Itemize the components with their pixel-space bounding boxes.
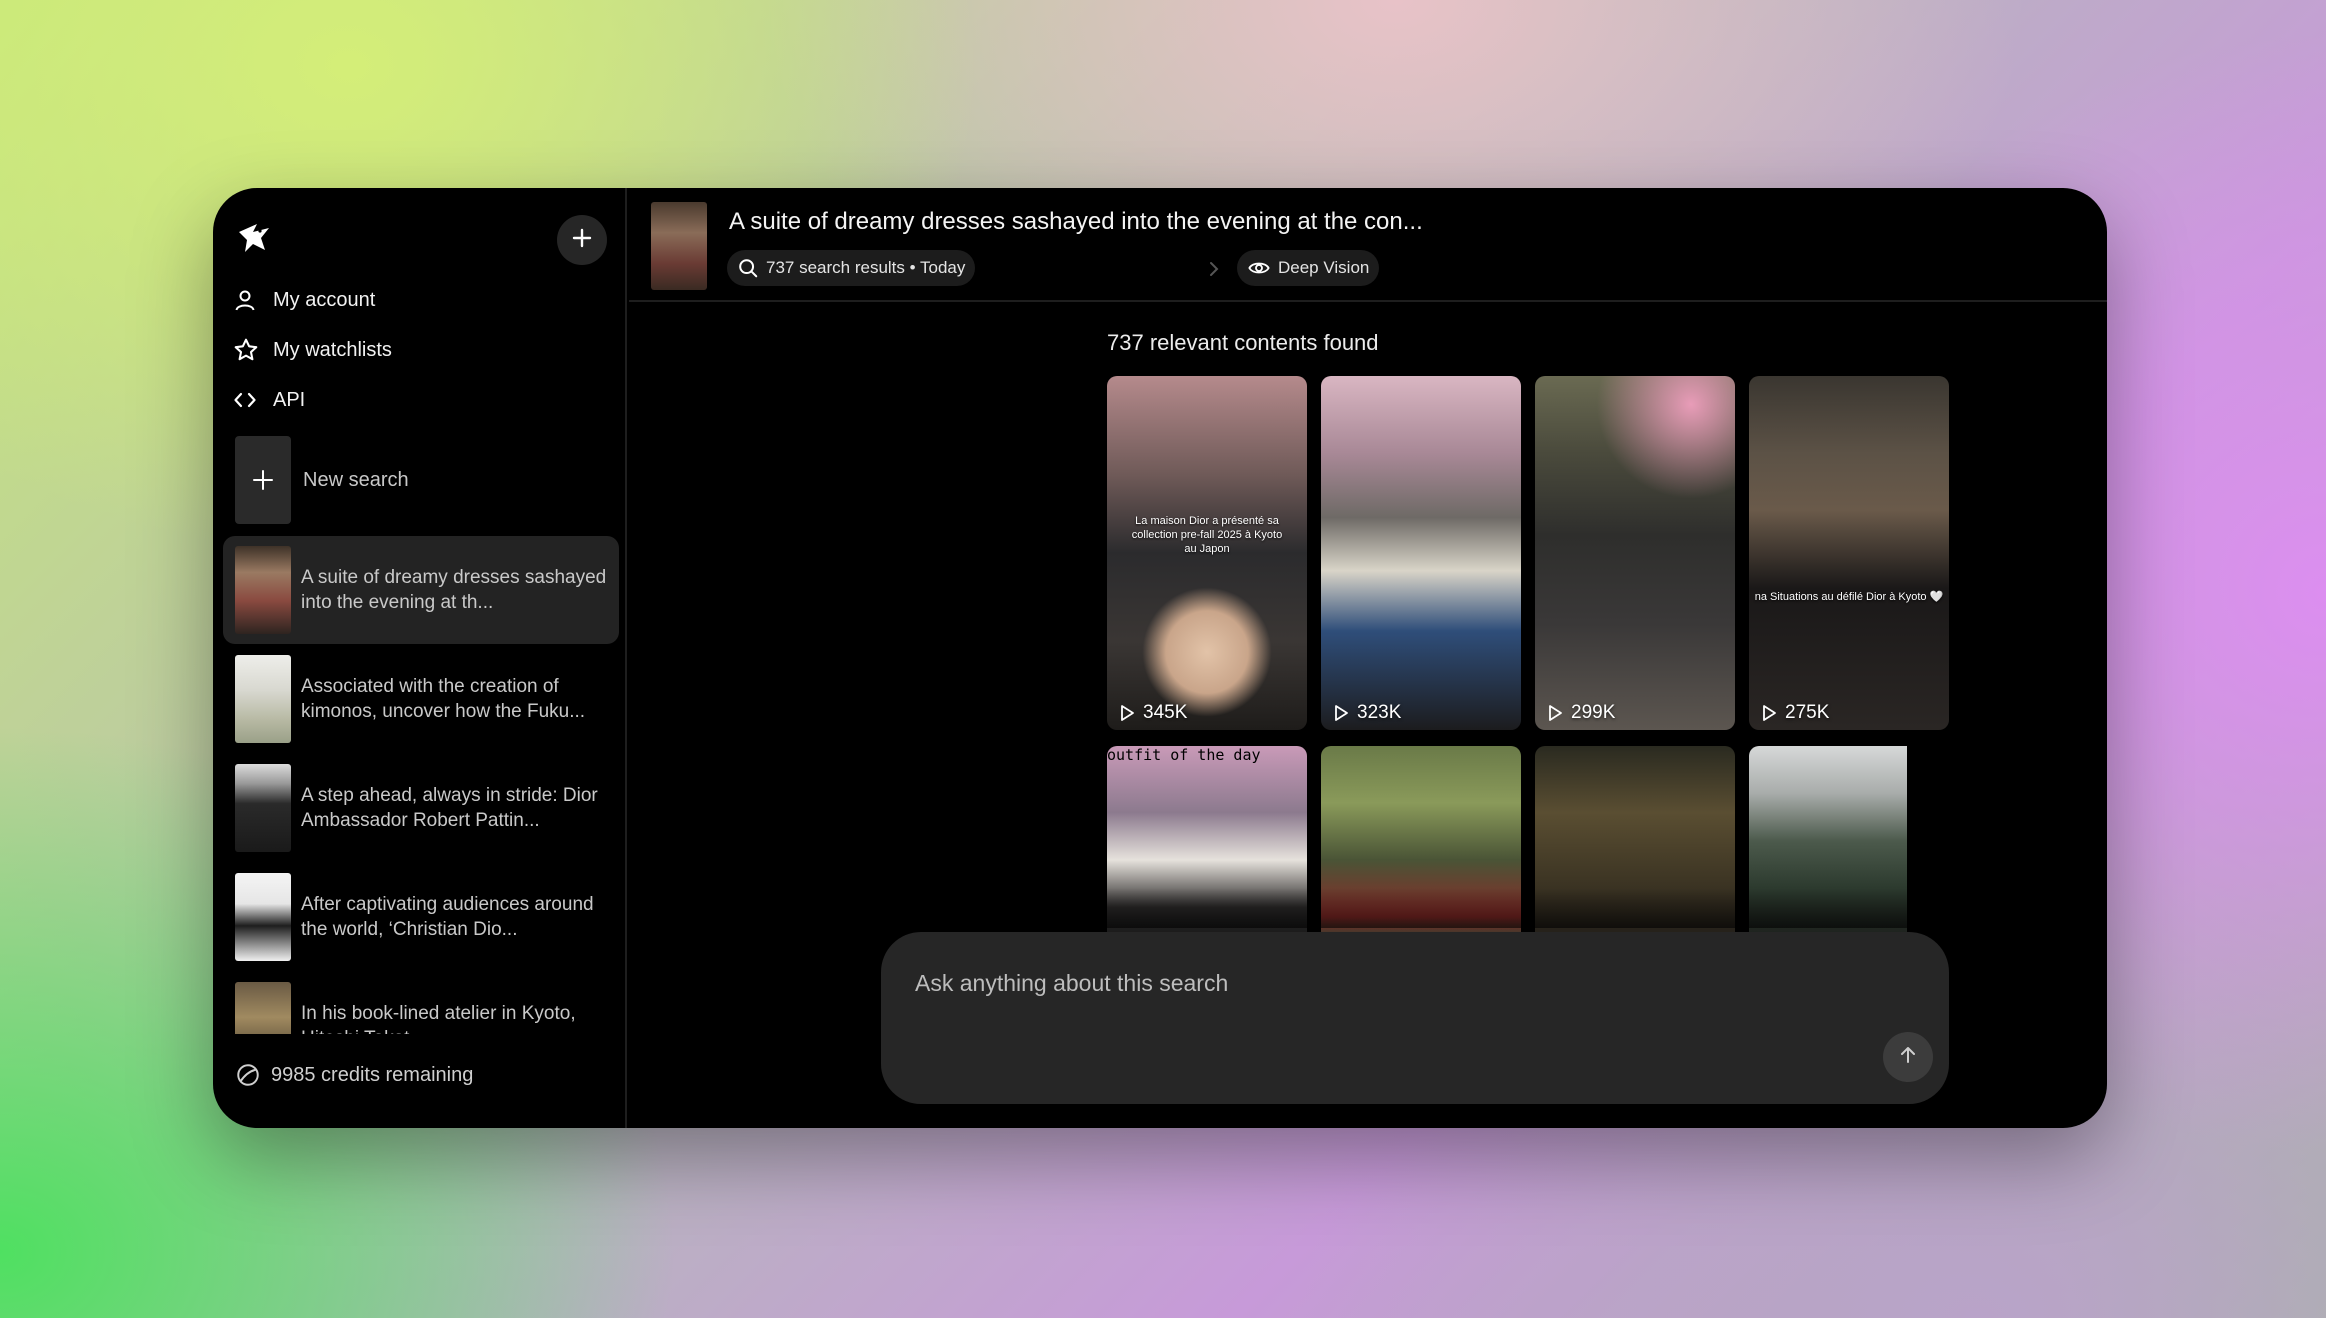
history-text: After captivating audiences around the w… [301, 894, 594, 940]
play-icon [1545, 703, 1565, 723]
nav-my-watchlists[interactable]: My watchlists [233, 330, 392, 370]
result-card[interactable]: 299K [1535, 376, 1735, 730]
nav-label: My account [273, 288, 376, 311]
history-thumbnail [235, 982, 291, 1034]
user-icon [233, 285, 267, 315]
eye-icon [1247, 257, 1271, 279]
deep-vision-label: Deep Vision [1278, 258, 1370, 277]
deep-vision-pill[interactable]: Deep Vision [1237, 250, 1380, 286]
play-icon [1117, 703, 1137, 723]
credits-label: 9985 credits remaining [271, 1063, 474, 1086]
views-value: 299K [1571, 702, 1616, 723]
arrow-up-icon [1897, 1044, 1919, 1071]
card-caption: outfit of the day [1107, 746, 1261, 764]
main-panel: A suite of dreamy dresses sashayed into … [629, 188, 2107, 1128]
history-thumbnail [235, 655, 291, 743]
credits-indicator: 9985 credits remaining [235, 1062, 473, 1088]
history-item[interactable]: A step ahead, always in stride: Dior Amb… [223, 754, 619, 862]
search-icon [737, 257, 759, 279]
search-results-pill[interactable]: 737 search results • Today [727, 250, 976, 286]
plus-icon [235, 436, 291, 524]
search-header: A suite of dreamy dresses sashayed into … [629, 188, 2107, 302]
plus-icon [571, 227, 593, 254]
dove-logo-icon[interactable] [235, 218, 275, 258]
play-icon [1759, 703, 1779, 723]
history-item[interactable]: Associated with the creation of kimonos,… [223, 645, 619, 753]
star-icon [233, 335, 267, 365]
scroll-fade [1099, 888, 1919, 928]
code-icon [233, 385, 267, 415]
sidebar: My account My watchlists API New search … [213, 188, 627, 1128]
ask-box [881, 932, 1949, 1104]
ask-input[interactable] [913, 962, 1817, 1004]
history-item[interactable]: In his book-lined atelier in Kyoto, Hito… [223, 972, 619, 1034]
history-thumbnail [235, 873, 291, 961]
play-icon [1331, 703, 1351, 723]
result-card[interactable]: 323K [1321, 376, 1521, 730]
views-value: 323K [1357, 702, 1402, 723]
chevron-right-icon [1207, 258, 1221, 285]
history-thumbnail [235, 546, 291, 634]
views-value: 275K [1785, 702, 1830, 723]
card-caption: La maison Dior a présenté sa collection … [1131, 515, 1283, 555]
views-value: 345K [1143, 702, 1188, 723]
view-count: 323K [1331, 702, 1401, 724]
nav-my-account[interactable]: My account [233, 280, 375, 320]
results-label: 737 search results • Today [766, 258, 966, 277]
history-text: A step ahead, always in stride: Dior Amb… [301, 785, 598, 831]
view-count: 299K [1545, 702, 1615, 724]
view-count: 275K [1759, 702, 1829, 724]
credits-icon [235, 1062, 261, 1088]
history-item[interactable]: A suite of dreamy dresses sashayed into … [223, 536, 619, 644]
new-search-button[interactable]: New search [235, 436, 615, 524]
history-item[interactable]: After captivating audiences around the w… [223, 863, 619, 971]
app-window: My account My watchlists API New search … [213, 188, 2107, 1128]
history-text: In his book-lined atelier in Kyoto, Hito… [301, 1003, 576, 1034]
results-count-heading: 737 relevant contents found [1107, 330, 1379, 355]
result-card[interactable]: La maison Dior a présenté sa collection … [1107, 376, 1307, 730]
history-text: A suite of dreamy dresses sashayed into … [301, 567, 607, 613]
history-text: Associated with the creation of kimonos,… [301, 676, 586, 722]
send-button[interactable] [1883, 1032, 1933, 1082]
search-history-list: A suite of dreamy dresses sashayed into … [223, 536, 619, 1034]
results-grid: La maison Dior a présenté sa collection … [1107, 376, 1949, 736]
result-card[interactable]: na Situations au défilé Dior à Kyoto 🤍 2… [1749, 376, 1949, 730]
search-title: A suite of dreamy dresses sashayed into … [729, 208, 1423, 235]
card-caption: na Situations au défilé Dior à Kyoto 🤍 [1754, 591, 1944, 603]
new-search-label: New search [303, 468, 409, 491]
view-count: 345K [1117, 702, 1187, 724]
nav-label: My watchlists [273, 338, 392, 361]
nav-api[interactable]: API [233, 380, 305, 420]
nav-label: API [273, 388, 306, 411]
history-thumbnail [235, 764, 291, 852]
new-chat-button[interactable] [557, 215, 607, 265]
search-thumbnail [651, 202, 707, 290]
